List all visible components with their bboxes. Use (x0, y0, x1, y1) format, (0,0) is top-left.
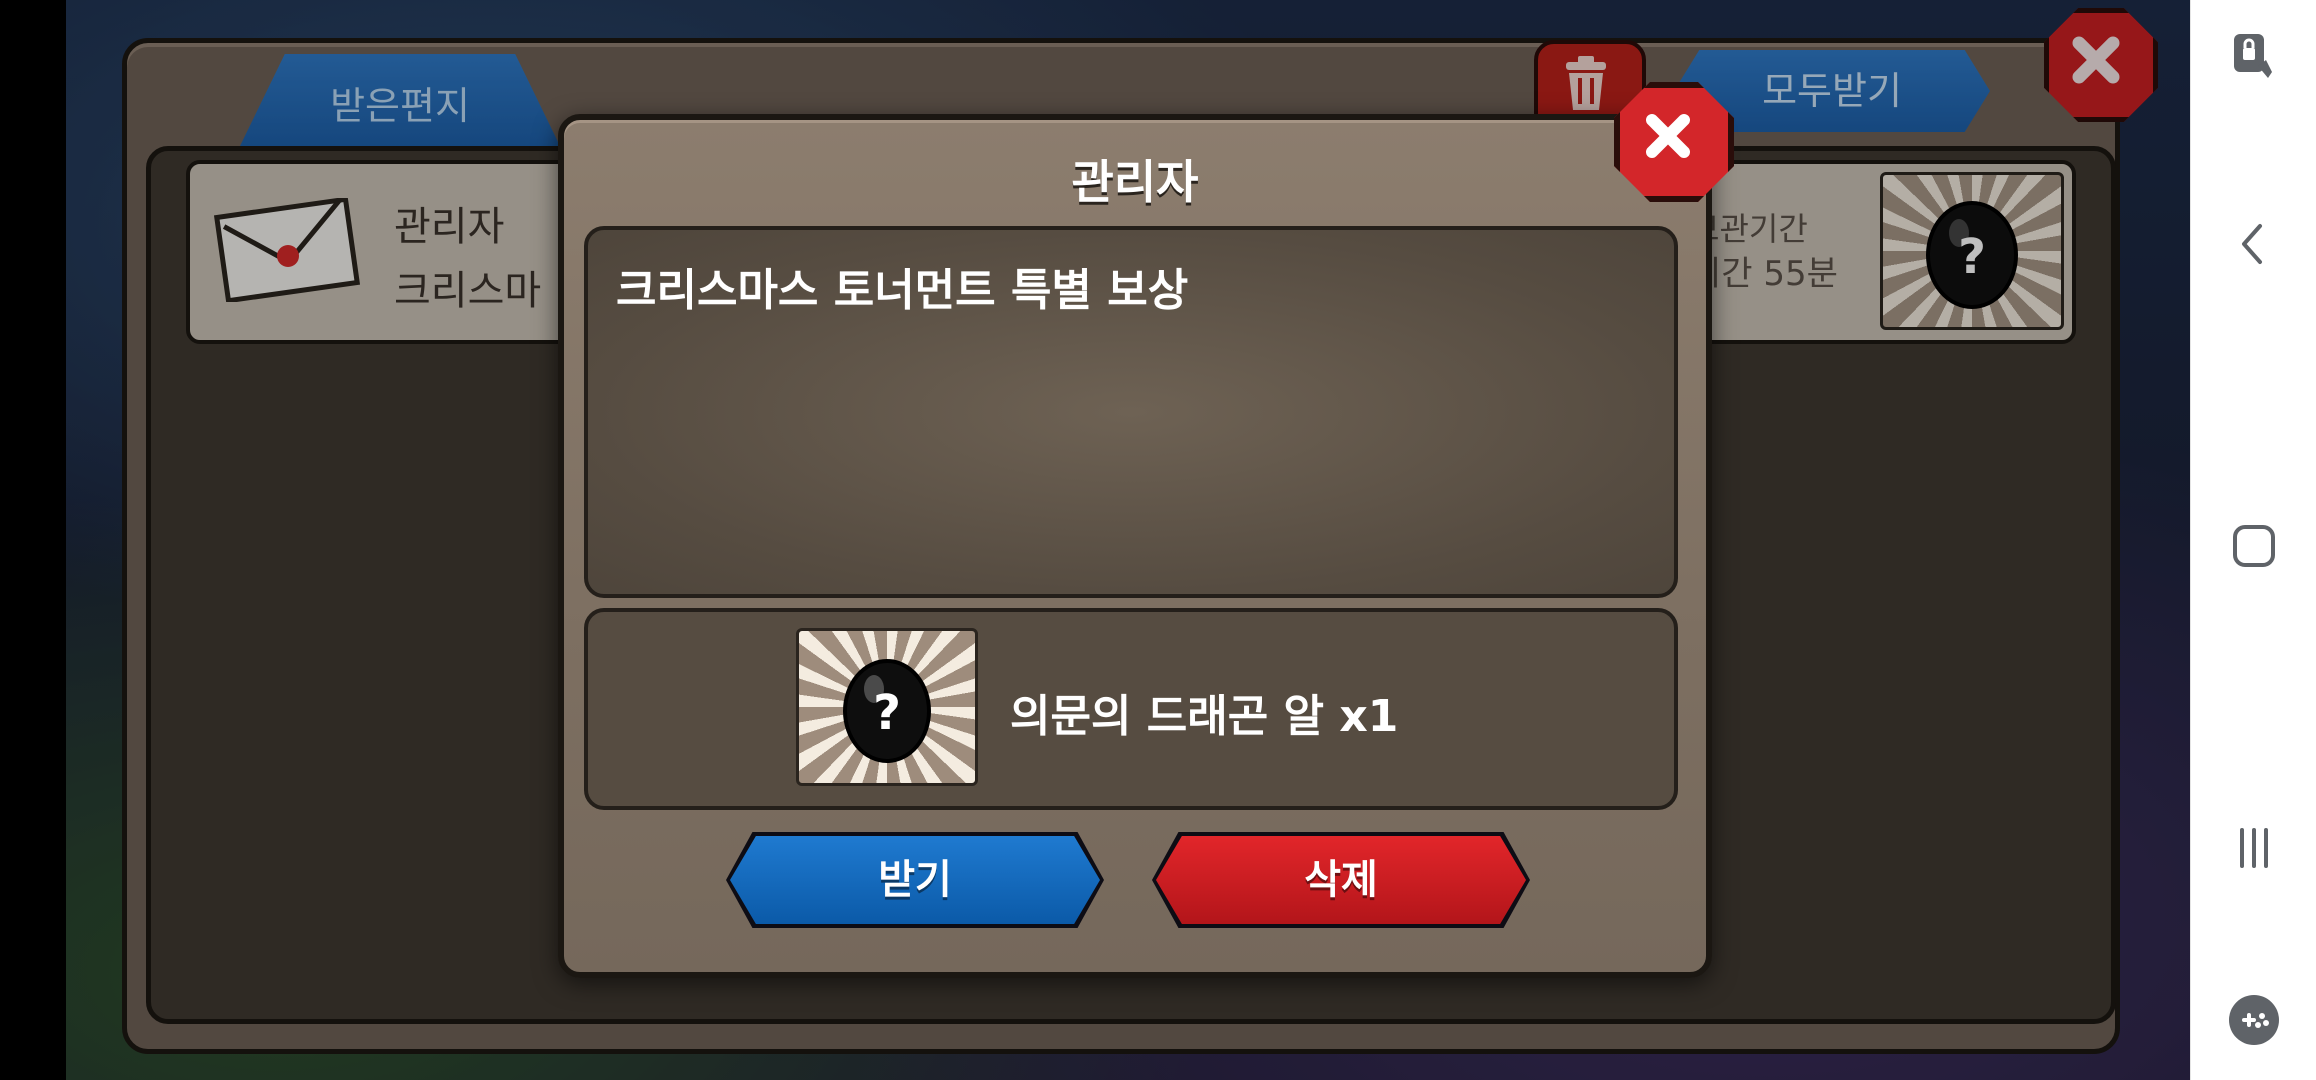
game-tools-icon[interactable] (2224, 990, 2284, 1050)
home-icon[interactable] (2224, 516, 2284, 576)
reward-thumbnail: ? (796, 628, 978, 786)
close-icon (1646, 114, 1690, 158)
message-text: 크리스마스 토너먼트 특별 보상 (616, 265, 1189, 316)
system-navigation-bar (2190, 0, 2316, 1080)
receive-button[interactable]: 받기 (730, 836, 1100, 924)
back-icon[interactable] (2224, 214, 2284, 274)
reward-label: 의문의 드래곤 알 x1 (1010, 691, 1399, 742)
screen-edge (0, 0, 66, 1080)
recents-icon[interactable] (2224, 818, 2284, 878)
dialog-title: 관리자 (1071, 155, 1199, 209)
mystery-egg-icon: ? (843, 659, 931, 763)
touch-lock-icon[interactable] (2224, 26, 2284, 86)
delete-button[interactable]: 삭제 (1156, 836, 1526, 924)
svg-text:?: ? (873, 685, 901, 741)
